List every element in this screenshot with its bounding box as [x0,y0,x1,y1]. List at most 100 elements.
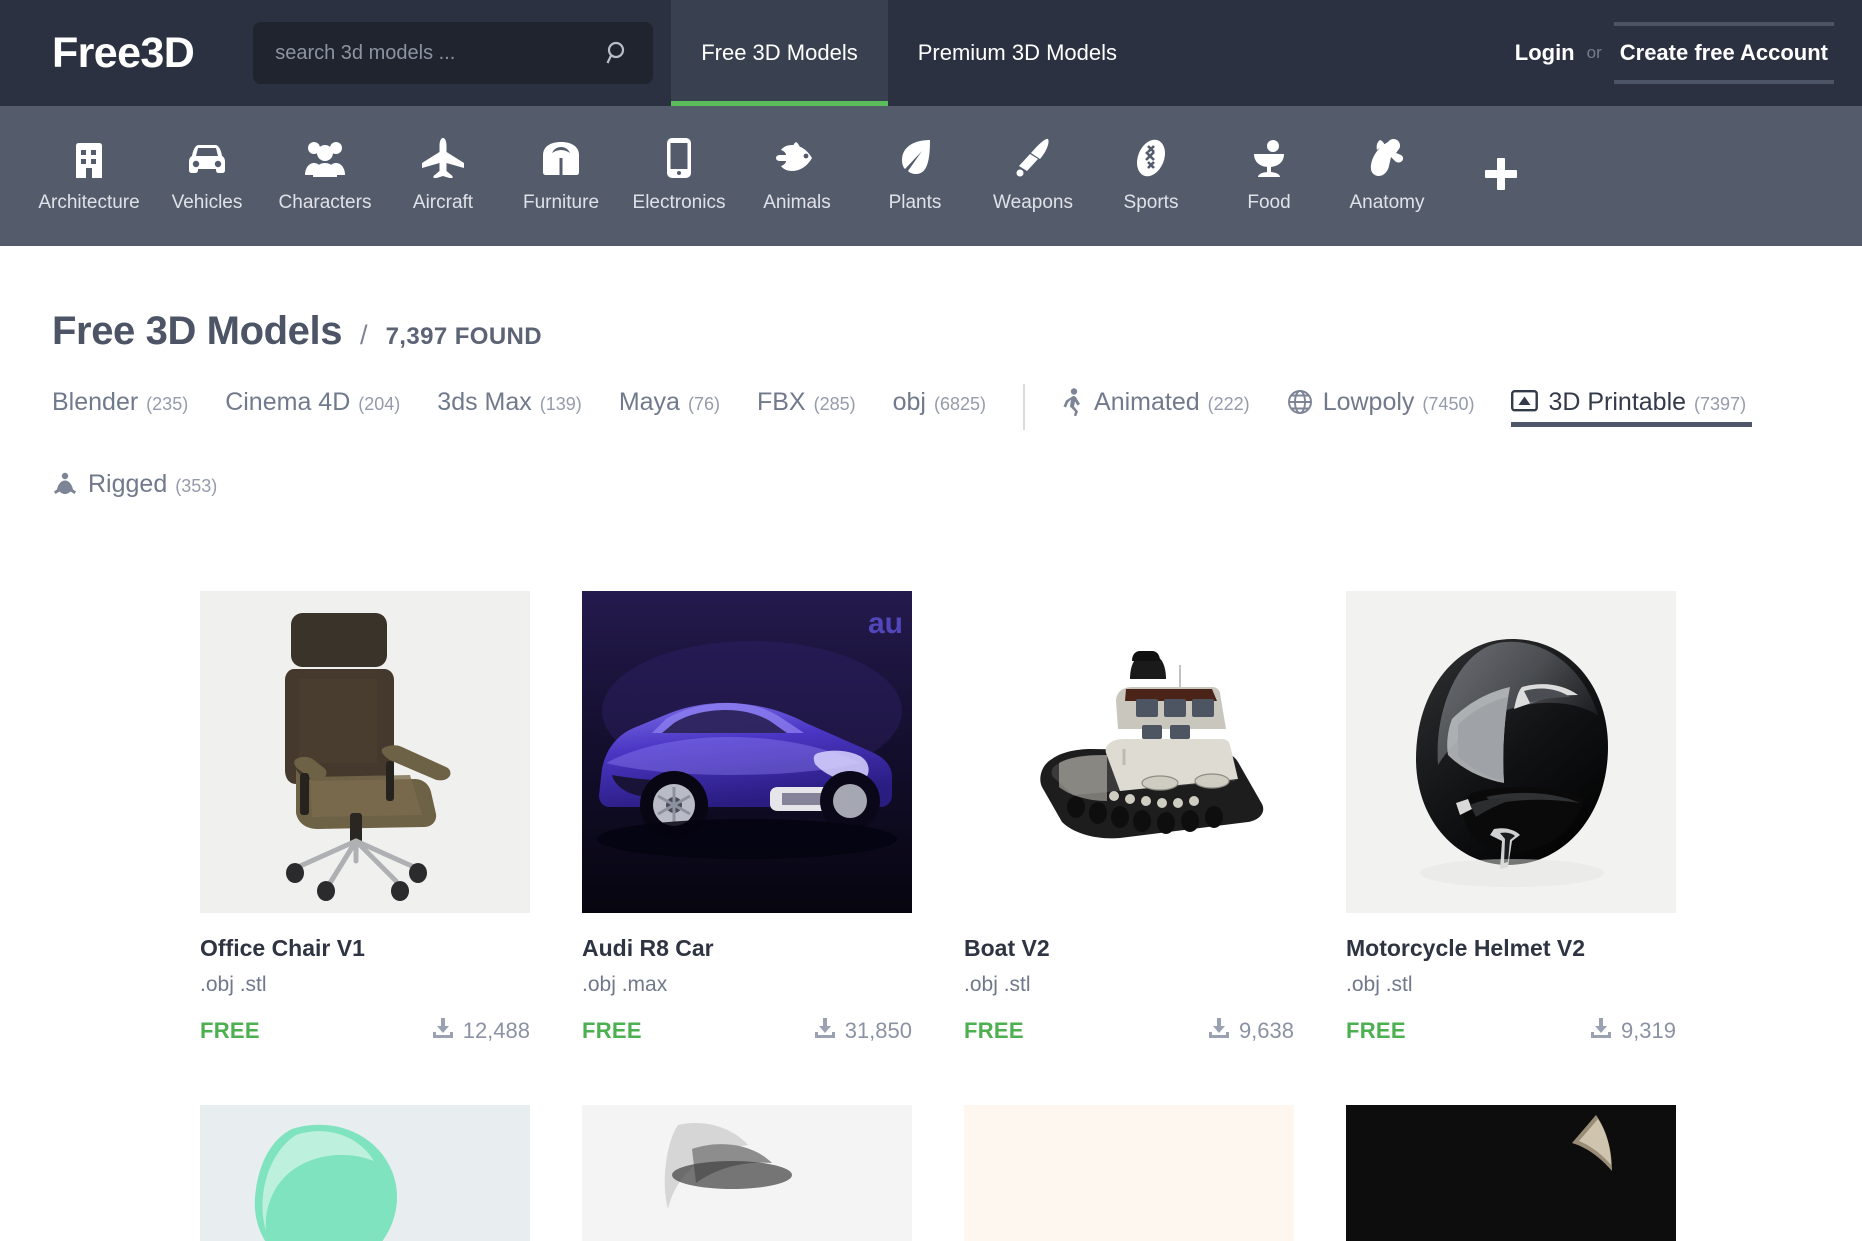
model-card[interactable] [582,1105,912,1241]
filter-animated[interactable]: Animated (222) [1062,388,1250,427]
model-thumbnail[interactable] [1346,1105,1676,1241]
car-icon [186,138,228,178]
download-icon [432,1017,454,1045]
filter-obj[interactable]: obj (6825) [893,388,986,427]
plus-icon [1481,154,1521,199]
filter-count: (7397) [1694,393,1747,414]
model-price: FREE [964,1018,1024,1043]
model-card[interactable]: au Audi R8 Car .obj .max FREE 31,850 [582,591,912,1045]
globe-icon [1287,389,1313,415]
filter-fbx[interactable]: FBX (285) [757,388,856,427]
filter-count: (7450) [1422,393,1475,414]
category-item-weapons[interactable]: Weapons [974,138,1092,214]
category-label: Characters [278,192,372,213]
model-card[interactable]: Motorcycle Helmet V2 .obj .stl FREE 9,31… [1346,591,1676,1045]
model-title: Boat V2 [964,935,1050,961]
category-item-sports[interactable]: Sports [1092,138,1210,214]
search-input[interactable] [275,41,606,65]
download-icon [814,1017,836,1045]
grey-object-image [664,1123,792,1209]
model-title: Motorcycle Helmet V2 [1346,935,1586,961]
auth-area: Login or Create free Account [1515,0,1862,106]
category-nav-bar: Architecture Vehicles Characters Aircraf… [0,106,1862,246]
model-thumbnail[interactable] [200,1105,530,1241]
filter-3d-printable[interactable]: 3D Printable (7397) [1511,388,1752,427]
results-count: 7,397 FOUND [385,323,543,350]
model-price: FREE [200,1018,260,1043]
sofa-icon [539,138,583,178]
brand-logo[interactable]: Free3D [0,0,208,106]
model-footer: FREE 9,319 [1346,1017,1676,1045]
knife-icon [1016,138,1050,178]
office-chair-image [285,613,451,901]
nav-tab-label: Premium 3D Models [917,40,1117,65]
model-footer: FREE 9,638 [964,1017,1294,1045]
rigged-icon [52,472,78,498]
nav-tab-free-3d-models[interactable]: Free 3D Models [671,0,888,106]
filter-lowpoly[interactable]: Lowpoly (7450) [1287,388,1475,427]
model-thumbnail[interactable] [200,591,530,913]
model-grid: Office Chair V1 .obj .stl FREE 12,488 au… [52,591,1810,1241]
model-downloads: 9,319 [1590,1017,1676,1045]
filter-maya[interactable]: Maya (76) [619,388,720,427]
category-item-characters[interactable]: Characters [266,138,384,214]
nav-tab-premium-3d-models[interactable]: Premium 3D Models [888,0,1147,106]
model-card[interactable]: Boat V2 .obj .stl FREE 9,638 [964,591,1294,1045]
model-thumbnail[interactable] [964,591,1294,913]
dark-object-image [1346,1105,1676,1241]
login-link[interactable]: Login [1515,40,1575,66]
nav-tab-label: Free 3D Models [701,40,858,65]
model-downloads: 12,488 [432,1017,530,1045]
leaf-icon [898,138,932,178]
filter-blender[interactable]: Blender (235) [52,388,188,427]
create-free-account-button[interactable]: Create free Account [1613,22,1834,84]
fish-icon [776,138,818,178]
filter-bar: Blender (235) Cinema 4D (204) 3ds Max (1… [52,384,1810,509]
category-item-architecture[interactable]: Architecture [30,138,148,214]
download-count: 9,319 [1620,1018,1676,1043]
model-card[interactable] [1346,1105,1676,1241]
category-label: Electronics [632,192,726,213]
category-more-button[interactable] [1446,154,1556,199]
filter-label: Maya [618,387,680,416]
model-footer: FREE 12,488 [200,1017,530,1045]
filter-cinema-4d[interactable]: Cinema 4D (204) [225,388,400,427]
category-item-animals[interactable]: Animals [738,138,856,214]
category-item-plants[interactable]: Plants [856,138,974,214]
category-item-electronics[interactable]: Electronics [620,138,738,214]
category-item-aircraft[interactable]: Aircraft [384,138,502,214]
model-title: Office Chair V1 [200,935,365,961]
football-icon [1135,138,1167,178]
filter-count: (76) [687,393,720,414]
model-formats: .obj .max [582,973,668,996]
filter-3ds-max[interactable]: 3ds Max (139) [437,388,582,427]
category-label: Aircraft [412,192,474,213]
category-item-anatomy[interactable]: Anatomy [1328,138,1446,214]
main-content: Free 3D Models / 7,397 FOUND Blender (23… [0,246,1862,1241]
model-formats: .obj .stl [200,973,267,996]
category-item-furniture[interactable]: Furniture [502,138,620,214]
title-separator: / [360,320,368,350]
model-card[interactable]: Office Chair V1 .obj .stl FREE 12,488 [200,591,530,1045]
filter-rigged[interactable]: Rigged (353) [52,470,217,509]
filter-label: 3ds Max [437,387,532,416]
model-price: FREE [1346,1018,1406,1043]
model-thumbnail[interactable] [582,1105,912,1241]
model-card[interactable] [200,1105,530,1241]
model-thumbnail[interactable] [1346,591,1676,913]
filter-count: (222) [1207,393,1250,414]
model-downloads: 9,638 [1208,1017,1294,1045]
search-icon[interactable] [605,40,631,66]
model-thumbnail[interactable] [964,1105,1294,1241]
category-item-food[interactable]: Food [1210,138,1328,214]
category-item-vehicles[interactable]: Vehicles [148,138,266,214]
heart-icon [1368,138,1406,178]
printable-icon [1511,389,1539,415]
icecream-icon [1251,138,1287,178]
search-box[interactable] [253,22,654,84]
search-container [208,0,654,106]
model-formats: .obj .stl [964,973,1031,996]
model-card[interactable] [964,1105,1294,1241]
model-thumbnail[interactable]: au [582,591,912,913]
page-title: Free 3D Models [52,309,343,353]
